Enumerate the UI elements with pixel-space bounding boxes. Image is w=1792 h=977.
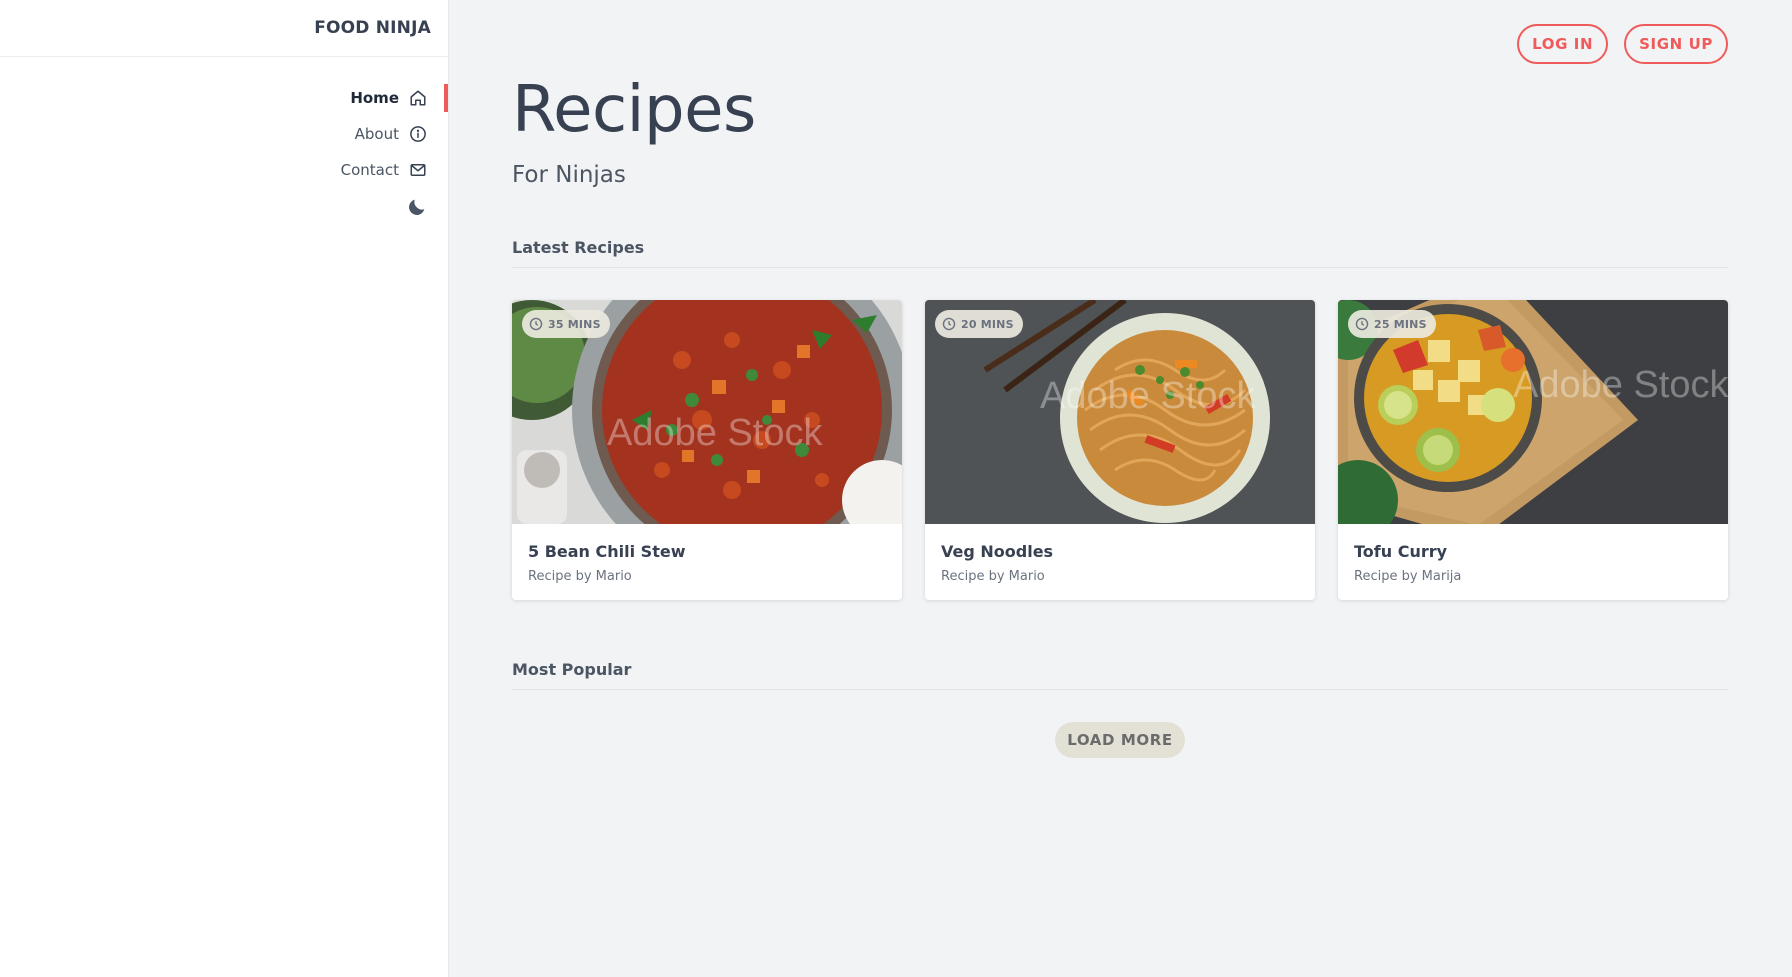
recipe-image: Adobe Stock 20 MINS [925,300,1315,524]
cooking-time: 25 MINS [1374,317,1427,331]
page-title: Recipes [512,73,756,147]
home-icon [409,89,427,107]
cooking-time: 20 MINS [961,317,1014,331]
load-more-button[interactable]: LOAD MORE [1055,722,1185,758]
recipe-card-body: Veg Noodles Recipe by Mario [925,524,1315,600]
recipe-author: Recipe by Mario [941,569,1045,584]
recipe-image: Adobe Stock 25 MINS [1338,300,1728,524]
sidebar-item-about[interactable]: About [355,120,448,148]
recipe-card-body: Tofu Curry Recipe by Marija [1338,524,1728,600]
sidebar-item-label: Home [350,89,399,107]
watermark-text: Adobe Stock [607,412,823,454]
login-button[interactable]: LOG IN [1517,24,1609,64]
section-title-popular: Most Popular [512,660,1728,690]
recipe-card-list: Adobe Stock 35 MINS 5 Bean Chili Stew Re… [512,300,1728,600]
mail-icon [409,161,427,179]
sidebar-item-label: Contact [340,161,399,179]
watermark-text: Adobe Stock [1513,364,1728,406]
brand-row: FOOD NINJA [0,0,448,57]
most-popular-section: Most Popular LOAD MORE [512,660,1728,758]
latest-recipes-section: Latest Recipes Adobe Stock 35 MINS 5 Bea… [512,238,1728,600]
recipe-title[interactable]: 5 Bean Chili Stew [528,542,886,561]
recipe-author: Recipe by Marija [1354,569,1462,584]
sidebar: FOOD NINJA Home About Contact [0,0,449,977]
recipe-card[interactable]: Adobe Stock 25 MINS Tofu Curry Recipe by… [1338,300,1728,600]
clock-icon [942,317,956,331]
cooking-time-badge: 20 MINS [935,310,1023,338]
info-icon [409,125,427,143]
recipe-card[interactable]: Adobe Stock 35 MINS 5 Bean Chili Stew Re… [512,300,902,600]
moon-icon [409,199,425,215]
brand-logo[interactable]: FOOD NINJA [314,18,431,38]
load-more-wrap: LOAD MORE [512,722,1728,758]
recipe-title[interactable]: Tofu Curry [1354,542,1712,561]
cooking-time: 35 MINS [548,317,601,331]
recipe-card[interactable]: Adobe Stock 20 MINS Veg Noodles Recipe b… [925,300,1315,600]
auth-buttons: LOG IN SIGN UP [1517,24,1728,64]
sidebar-item-home[interactable]: Home [350,84,448,112]
page-subtitle: For Ninjas [512,162,626,188]
theme-toggle-button[interactable] [406,196,428,218]
cooking-time-badge: 25 MINS [1348,310,1436,338]
recipe-image: Adobe Stock 35 MINS [512,300,902,524]
main-content: LOG IN SIGN UP Recipes For Ninjas Latest… [449,0,1792,977]
sidebar-item-label: About [354,125,399,143]
recipe-card-body: 5 Bean Chili Stew Recipe by Mario [512,524,902,600]
signup-button[interactable]: SIGN UP [1624,24,1728,64]
section-title-latest: Latest Recipes [512,238,1728,268]
sidebar-nav: Home About Contact [0,84,448,192]
watermark-text: Adobe Stock [1040,375,1256,417]
clock-icon [1355,317,1369,331]
recipe-title[interactable]: Veg Noodles [941,542,1299,561]
app-root: FOOD NINJA Home About Contact LOG IN SIG… [0,0,1792,977]
recipe-author: Recipe by Mario [528,569,632,584]
clock-icon [529,317,543,331]
sidebar-item-contact[interactable]: Contact [341,156,448,184]
cooking-time-badge: 35 MINS [522,310,610,338]
